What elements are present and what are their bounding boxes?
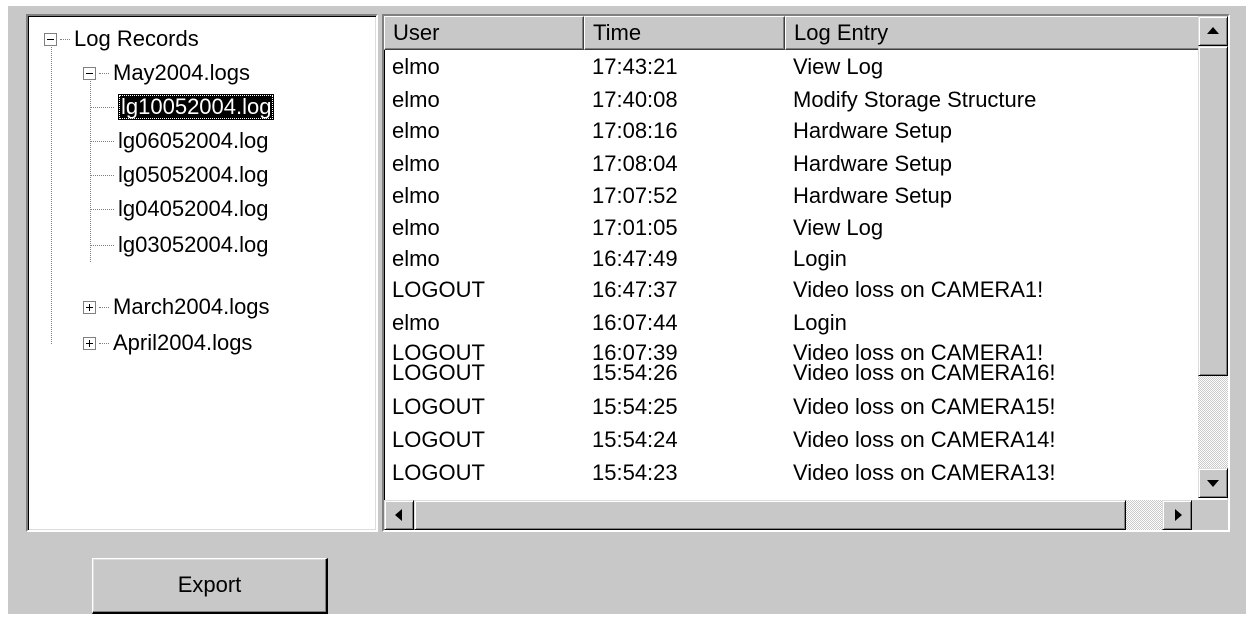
column-header-user[interactable]: User [384, 16, 584, 50]
arrow-right-icon [1175, 509, 1182, 521]
cell-user: LOGOUT [392, 394, 485, 419]
tree-label-march2004: March2004.logs [113, 294, 270, 319]
arrow-up-icon [1207, 27, 1219, 34]
cell-time: 17:43:21 [592, 54, 678, 79]
table-row[interactable]: elmo 17:08:04 Hardware Setup [384, 149, 1202, 181]
tree-node-march2004[interactable]: March2004.logs [83, 290, 270, 324]
tree-node-may2004[interactable]: May2004.logs [83, 56, 250, 90]
tree-file-lg03052004[interactable]: lg03052004.log [90, 228, 268, 262]
tree-file-lg10052004[interactable]: lg10052004.log [90, 90, 275, 124]
cell-log-entry: View Log [793, 54, 884, 79]
cell-time: 15:54:23 [592, 460, 678, 485]
cell-time: 17:08:16 [592, 118, 678, 143]
cell-log-entry: Video loss on CAMERA16! [793, 360, 1056, 385]
expand-march2004-icon[interactable] [83, 300, 96, 314]
list-rows: elmo 17:43:21 View Log elmo 17:40:08 Mod… [384, 50, 1202, 498]
tree-label-april2004: April2004.logs [113, 330, 253, 355]
scroll-down-button[interactable] [1198, 468, 1228, 498]
cell-time: 17:40:08 [592, 87, 678, 112]
cell-user: elmo [392, 183, 440, 208]
cell-log-entry: Login [793, 246, 847, 271]
arrow-down-icon [1207, 480, 1219, 487]
collapse-may2004-icon[interactable] [83, 66, 96, 80]
scrollbar-corner [1198, 500, 1228, 530]
cell-log-entry: Video loss on CAMERA15! [793, 394, 1056, 419]
horizontal-scroll-thumb[interactable] [414, 500, 1126, 530]
cell-time: 17:08:04 [592, 151, 678, 176]
table-row[interactable]: elmo 17:07:52 Hardware Setup [384, 181, 1202, 213]
column-header-log-entry[interactable]: Log Entry [785, 16, 1202, 50]
table-row[interactable]: LOGOUT 15:54:25 Video loss on CAMERA15! [384, 392, 1202, 424]
cell-log-entry: View Log [793, 215, 884, 240]
cell-log-entry: Login [793, 310, 847, 335]
log-tree[interactable]: Log Records May2004.logs lg10052004.log … [26, 14, 378, 532]
cell-log-entry: Hardware Setup [793, 118, 952, 143]
cell-log-entry: Video loss on CAMERA1! [793, 277, 1044, 302]
cell-user: LOGOUT [392, 277, 485, 302]
table-row[interactable]: elmo 17:43:21 View Log [384, 52, 1202, 84]
table-row[interactable]: LOGOUT 15:54:26 Video loss on CAMERA16! [384, 358, 1202, 390]
cell-user: elmo [392, 246, 440, 271]
table-row[interactable]: elmo 16:47:49 Login [384, 244, 1202, 276]
tree-label-file: lg03052004.log [118, 232, 269, 257]
tree-file-lg06052004[interactable]: lg06052004.log [90, 124, 268, 158]
horizontal-scroll-track[interactable] [1126, 500, 1162, 530]
tree-node-april2004[interactable]: April2004.logs [83, 326, 252, 360]
table-row[interactable]: LOGOUT 16:47:37 Video loss on CAMERA1! [384, 275, 1202, 307]
cell-log-entry: Video loss on CAMERA13! [793, 460, 1056, 485]
cell-user: elmo [392, 215, 440, 240]
cell-log-entry: Video loss on CAMERA14! [793, 427, 1056, 452]
cell-user: LOGOUT [392, 427, 485, 452]
tree-file-lg05052004[interactable]: lg05052004.log [90, 158, 268, 192]
arrow-left-icon [395, 509, 402, 521]
table-row[interactable]: LOGOUT 15:54:23 Video loss on CAMERA13! [384, 458, 1202, 490]
scroll-right-button[interactable] [1162, 500, 1192, 530]
tree-file-lg04052004[interactable]: lg04052004.log [90, 192, 268, 226]
table-row[interactable]: elmo 17:40:08 Modify Storage Structure [384, 85, 1202, 117]
cell-user: elmo [392, 118, 440, 143]
cell-user: elmo [392, 54, 440, 79]
cell-time: 16:07:44 [592, 310, 678, 335]
tree-label-file: lg06052004.log [118, 128, 269, 153]
cell-time: 15:54:24 [592, 427, 678, 452]
column-header-time[interactable]: Time [584, 16, 785, 50]
cell-log-entry: Modify Storage Structure [793, 87, 1037, 112]
log-entry-list[interactable]: User Time Log Entry elmo 17:43:21 View L… [382, 14, 1230, 532]
vertical-scroll-track[interactable] [1198, 376, 1228, 468]
cell-log-entry: Hardware Setup [793, 151, 952, 176]
table-row[interactable]: elmo 16:07:44 Login [384, 308, 1202, 340]
collapse-root-icon[interactable] [44, 32, 57, 46]
cell-time: 15:54:26 [592, 360, 678, 385]
vertical-scroll-thumb[interactable] [1198, 46, 1228, 376]
scroll-left-button[interactable] [384, 500, 414, 530]
tree-label-root: Log Records [74, 26, 199, 51]
cell-time: 17:01:05 [592, 215, 678, 240]
cell-user: LOGOUT [392, 360, 485, 385]
table-row[interactable]: LOGOUT 15:54:24 Video loss on CAMERA14! [384, 425, 1202, 457]
tree-label-selected-file: lg10052004.log [118, 94, 275, 120]
tree-label-may2004: May2004.logs [113, 60, 250, 85]
cell-time: 16:47:37 [592, 277, 678, 302]
tree-guide-root [51, 40, 52, 344]
tree-label-file: lg05052004.log [118, 162, 269, 187]
cell-log-entry: Hardware Setup [793, 183, 952, 208]
cell-time: 16:47:49 [592, 246, 678, 271]
tree-label-file: lg04052004.log [118, 196, 269, 221]
cell-time: 15:54:25 [592, 394, 678, 419]
vertical-scrollbar[interactable] [1198, 16, 1228, 498]
list-header: User Time Log Entry [384, 16, 1202, 50]
cell-user: LOGOUT [392, 460, 485, 485]
cell-user: elmo [392, 310, 440, 335]
cell-time: 17:07:52 [592, 183, 678, 208]
cell-user: elmo [392, 87, 440, 112]
cell-user: elmo [392, 151, 440, 176]
table-row[interactable]: elmo 17:01:05 View Log [384, 213, 1202, 245]
export-button[interactable]: Export [92, 558, 328, 614]
expand-april2004-icon[interactable] [83, 336, 96, 350]
log-viewer-dialog: Log Records May2004.logs lg10052004.log … [8, 6, 1246, 614]
tree-node-root[interactable]: Log Records [44, 22, 199, 56]
table-row[interactable]: elmo 17:08:16 Hardware Setup [384, 116, 1202, 148]
scroll-up-button[interactable] [1198, 16, 1228, 46]
horizontal-scrollbar[interactable] [384, 500, 1202, 530]
